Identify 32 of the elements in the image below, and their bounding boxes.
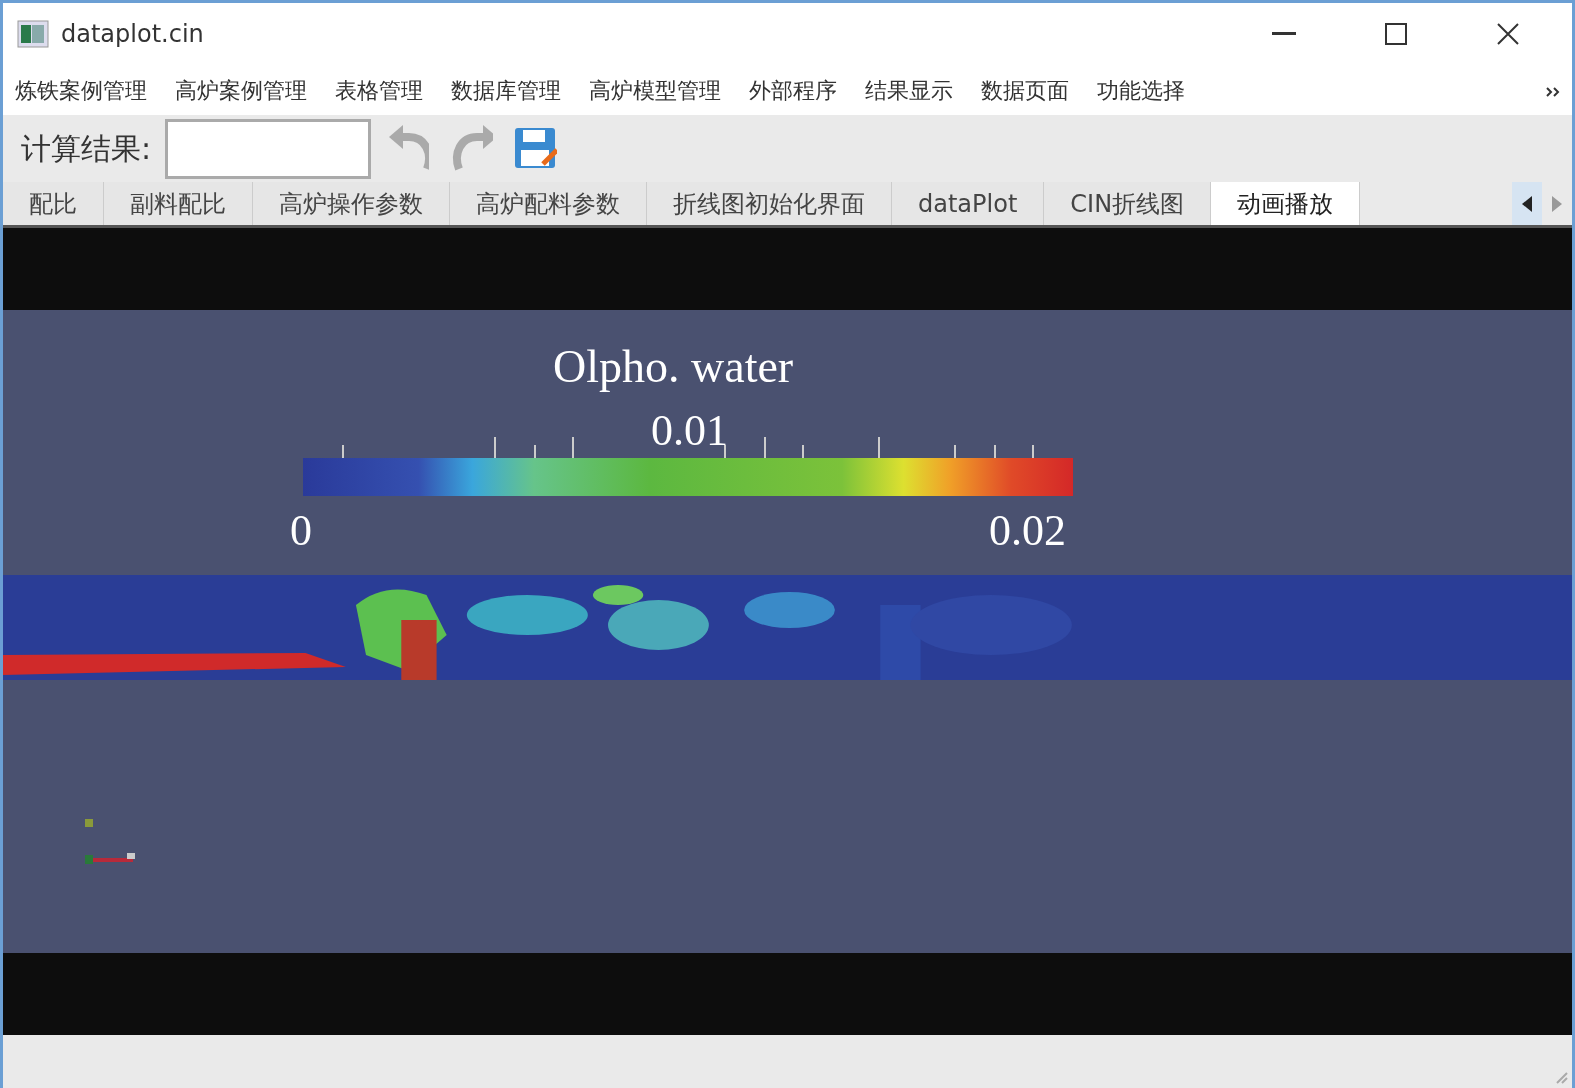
tab[interactable]: 高炉操作参数 (253, 182, 450, 225)
minimize-icon (1272, 32, 1296, 36)
app-icon (17, 20, 49, 48)
tab[interactable]: CIN折线图 (1044, 182, 1212, 225)
menu-item[interactable]: 功能选择 (1097, 73, 1185, 107)
tab[interactable]: 高炉配料参数 (450, 182, 647, 225)
menu-item[interactable]: 数据库管理 (451, 73, 561, 107)
tab[interactable]: 动画播放 (1211, 182, 1361, 225)
close-icon (1497, 23, 1519, 45)
menu-item[interactable]: 表格管理 (335, 73, 423, 107)
window-title: dataplot.cin (61, 19, 204, 50)
result-label: 计算结果: (21, 130, 152, 168)
menu-item[interactable]: 炼铁案例管理 (15, 73, 147, 107)
menu-item[interactable]: 数据页面 (981, 73, 1069, 107)
legend-label: 0.01 (651, 405, 728, 457)
maximize-icon (1385, 23, 1407, 45)
tab[interactable]: 配比 (3, 182, 104, 225)
legend-title: Olpho. water (553, 340, 794, 394)
right-arrow-icon (1552, 196, 1562, 212)
legend-label: 0.02 (989, 505, 1066, 557)
menu-item[interactable]: 高炉模型管理 (589, 73, 721, 107)
legend-label: 0 (290, 505, 312, 557)
result-field[interactable] (165, 118, 372, 179)
tab[interactable]: 折线图初始化界面 (647, 182, 892, 225)
left-arrow-icon (1522, 196, 1532, 212)
menu-item[interactable]: 结果显示 (865, 73, 953, 107)
menu-item[interactable]: 外部程序 (749, 73, 837, 107)
tab[interactable]: dataPlot (892, 182, 1045, 225)
tab[interactable]: 副料配比 (104, 182, 253, 225)
menu-item[interactable]: 高炉案例管理 (175, 73, 307, 107)
scroll-left-button[interactable] (1512, 182, 1542, 225)
resize-grip-icon[interactable] (1554, 1070, 1568, 1084)
